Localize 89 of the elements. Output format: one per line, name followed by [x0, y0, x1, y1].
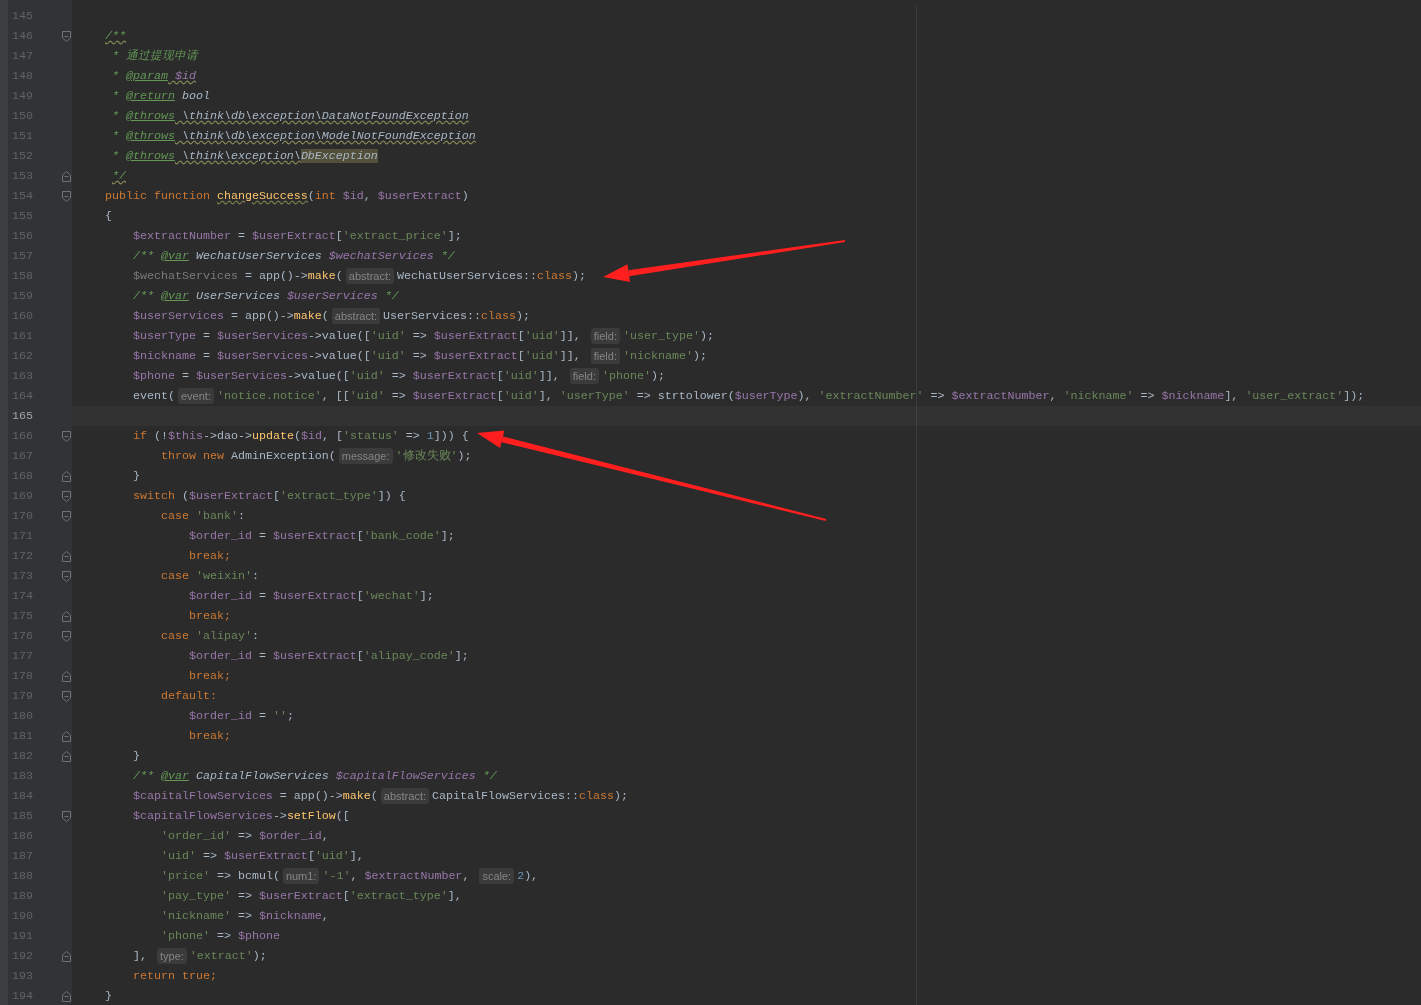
fold-icon[interactable]	[62, 630, 71, 642]
code-text: default:	[160, 688, 217, 705]
code-text: }	[105, 988, 112, 1005]
line-number: 165	[11, 408, 33, 425]
fold-icon[interactable]	[62, 490, 71, 502]
code-text: 'phone');	[602, 368, 665, 385]
code-text: /**	[105, 28, 126, 45]
fold-icon[interactable]	[62, 430, 71, 442]
code-text: 'nickname' => $nickname,	[160, 908, 329, 925]
parameter-hint: field:	[590, 328, 620, 344]
code-text: throw new AdminException(	[160, 448, 336, 465]
code-text: * @return bool	[112, 88, 210, 105]
code-text: 'price' => bcmul(	[160, 868, 280, 885]
code-text: if (!$this->dao->update($id, ['status' => 1])) {	[132, 428, 469, 445]
code-text: ],	[132, 948, 148, 965]
code-text: $order_id = $userExtract['bank_code'];	[188, 528, 455, 545]
fold-icon[interactable]	[62, 550, 71, 562]
parameter-hint: field:	[569, 368, 599, 384]
parameter-hint: abstract:	[380, 788, 429, 804]
parameter-hint: type:	[156, 948, 187, 964]
code-text: '-1', $extractNumber,	[322, 868, 471, 885]
fold-icon[interactable]	[62, 510, 71, 522]
code-text: {	[105, 208, 112, 225]
code-text: $userServices = app()->make(	[132, 308, 329, 325]
code-text: 'phone' => $phone	[160, 928, 280, 945]
parameter-hint: scale:	[479, 868, 515, 884]
code-text: }	[132, 748, 140, 765]
code-text: $order_id = $userExtract['alipay_code'];	[188, 648, 469, 665]
code-text: * 通过提现申请	[112, 48, 198, 65]
fold-icon[interactable]	[62, 170, 71, 182]
fold-icon[interactable]	[62, 670, 71, 682]
code-text: 'nickname');	[623, 348, 707, 365]
fold-icon[interactable]	[62, 990, 71, 1002]
code-text: break;	[188, 608, 231, 625]
code-text: $order_id = '';	[188, 708, 294, 725]
code-text: 2),	[517, 868, 539, 885]
parameter-hint: field:	[590, 348, 620, 364]
fold-icon[interactable]	[62, 690, 71, 702]
code-text: /** @var UserServices $userServices */	[132, 288, 399, 305]
code-text: */	[112, 168, 126, 185]
code-text: 'extract');	[189, 948, 267, 965]
fold-icon[interactable]	[62, 190, 71, 202]
code-text: * @throws \think\db\exception\ModelNotFoundException	[112, 128, 476, 145]
fold-icon[interactable]	[62, 470, 71, 482]
parameter-hint: num1:	[282, 868, 320, 884]
code-text: case 'weixin':	[160, 568, 259, 585]
code-text: $userType = $userServices->value(['uid' => $userExtract['uid']],	[132, 328, 582, 345]
code-text: case 'alipay':	[160, 628, 259, 645]
code-text: break;	[188, 728, 231, 745]
code-text: * @param $id	[112, 68, 196, 85]
code-text: $extractNumber = $userExtract['extract_price'];	[132, 228, 462, 245]
code-text: $nickname = $userServices->value(['uid' => $userExtract['uid']],	[132, 348, 582, 365]
code-text: /** @var WechatUserServices $wechatServices */	[132, 248, 455, 265]
code-text: }	[132, 468, 140, 485]
parameter-hint: abstract:	[331, 308, 381, 324]
code-text: 'uid' => $userExtract['uid'],	[160, 848, 364, 865]
fold-icon[interactable]	[62, 810, 71, 822]
fold-icon[interactable]	[62, 570, 71, 582]
code-text: 'notice.notice', [['uid' => $userExtract['uid'], 'userType' => strtolower($userType), 'extractNumber' => $extractNumber, 'nickname' => $nickname], 'user_extract']);	[216, 388, 1365, 405]
code-text: WechatUserServices::class);	[397, 268, 586, 285]
fold-icon[interactable]	[62, 730, 71, 742]
fold-icon[interactable]	[62, 30, 71, 42]
parameter-hint: abstract:	[345, 268, 395, 284]
code-text: UserServices::class);	[383, 308, 530, 325]
code-text: case 'bank':	[160, 508, 245, 525]
code-text: switch ($userExtract['extract_type']) {	[132, 488, 406, 505]
code-text: $phone = $userServices->value(['uid' => $userExtract['uid']],	[132, 368, 561, 385]
code-text: * @throws \think\exception\DbException	[112, 148, 378, 165]
code-text: $capitalFlowServices->setFlow([	[132, 808, 350, 825]
code-text: 'pay_type' => $userExtract['extract_type'],	[160, 888, 462, 905]
code-text: public function changeSuccess(int $id, $userExtract)	[105, 188, 469, 205]
code-text: $capitalFlowServices = app()->make(	[132, 788, 378, 805]
code-text: $wechatServices = app()->make(	[132, 268, 343, 285]
fold-icon[interactable]	[62, 750, 71, 762]
fold-icon[interactable]	[62, 950, 71, 962]
code-text: break;	[188, 548, 231, 565]
code-text: 'user_type');	[623, 328, 714, 345]
code-text: '修改失败');	[395, 448, 472, 465]
code-text: * @throws \think\db\exception\DataNotFoundException	[112, 108, 469, 125]
parameter-hint: message:	[338, 448, 393, 464]
code-text: /** @var CapitalFlowServices $capitalFlowServices */	[132, 768, 497, 785]
code-text: break;	[188, 668, 231, 685]
parameter-hint: event:	[177, 388, 214, 404]
code-text: CapitalFlowServices::class);	[432, 788, 628, 805]
fold-icon[interactable]	[62, 610, 71, 622]
code-text: 'order_id' => $order_id,	[160, 828, 329, 845]
code-text: $order_id = $userExtract['wechat'];	[188, 588, 434, 605]
code-text: event(	[132, 388, 175, 405]
code-text: return true;	[132, 968, 217, 985]
